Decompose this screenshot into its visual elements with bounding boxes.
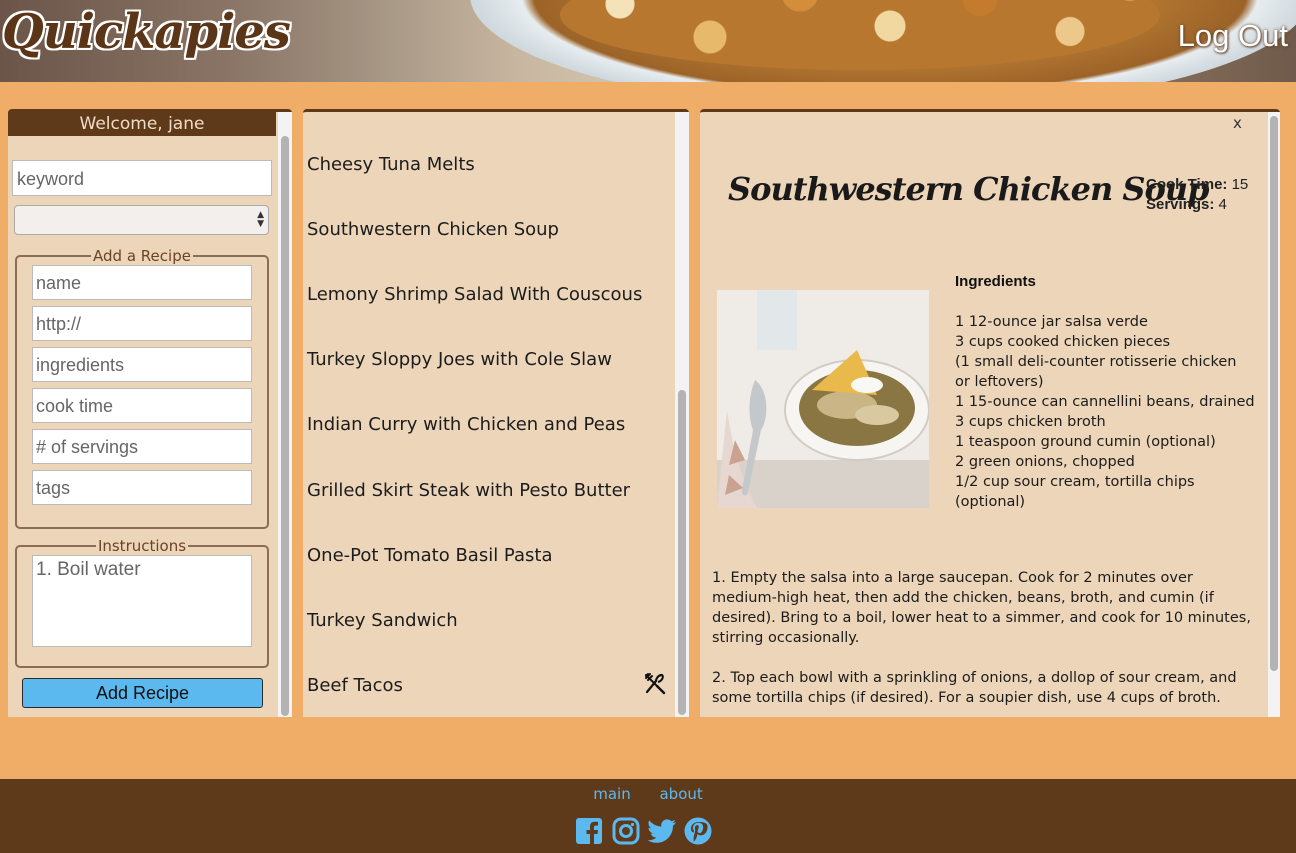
sidebar-panel: Welcome, jane keyword ▲ ▼ Add a Recipe na… xyxy=(8,109,292,717)
recipe-list-item[interactable]: Beef Tacos xyxy=(307,675,403,696)
instructions-legend: Instructions xyxy=(97,537,187,555)
servings-value: 4 xyxy=(1218,196,1227,213)
social-links xyxy=(575,817,720,845)
instructions-textarea[interactable]: 1. Boil water xyxy=(32,555,252,647)
recipe-list-item[interactable]: One-Pot Tomato Basil Pasta xyxy=(307,545,552,566)
instruction-step: 1. Empty the salsa into a large saucepan… xyxy=(712,570,1251,646)
recipe-tags-input[interactable]: tags xyxy=(32,470,252,505)
list-scroll-thumb[interactable] xyxy=(678,390,686,715)
recipe-meta: Cook Time: 15 Servings: 4 xyxy=(1146,175,1248,215)
recipe-list-item[interactable]: Grilled Skirt Steak with Pesto Butter xyxy=(307,480,630,501)
list-scrollbar[interactable] xyxy=(675,112,689,717)
recipe-list-item[interactable]: Turkey Sandwich xyxy=(307,610,458,631)
recipe-list-item[interactable]: Turkey Sloppy Joes with Cole Slaw xyxy=(307,349,612,370)
recipe-servings-input[interactable]: # of servings xyxy=(32,429,252,464)
instagram-icon[interactable] xyxy=(612,817,640,845)
recipe-list-panel: Cheesy Tuna Melts Southwestern Chicken S… xyxy=(303,109,689,717)
ingredient-item: (1 small deli-counter rotisserie chicken… xyxy=(955,354,1237,390)
tag-filter-select[interactable]: ▲ ▼ xyxy=(14,205,269,235)
add-recipe-form: Add a Recipe name http:// ingredients co… xyxy=(15,247,269,529)
ingredient-item: 1 12-ounce jar salsa verde xyxy=(955,314,1148,330)
close-detail-button[interactable]: x xyxy=(1233,114,1242,132)
footer-link-about[interactable]: about xyxy=(659,785,702,803)
add-recipe-legend: Add a Recipe xyxy=(93,247,191,265)
recipe-detail-panel: x Southwestern Chicken Soup Cook Time: 1… xyxy=(700,109,1280,717)
footer-links: main about xyxy=(0,785,1296,803)
footer-link-main[interactable]: main xyxy=(593,785,630,803)
twitter-icon[interactable] xyxy=(647,817,676,845)
cook-time-value: 15 xyxy=(1231,176,1249,193)
recipe-cook-time-input[interactable]: cook time xyxy=(32,388,252,423)
ingredients-list: 1 12-ounce jar salsa verde 3 cups cooked… xyxy=(955,312,1255,512)
servings-label: Servings: xyxy=(1146,196,1215,213)
header-banner: Quickapies Log Out xyxy=(0,0,1296,82)
welcome-banner: Welcome, jane xyxy=(8,112,276,136)
utensils-icon[interactable] xyxy=(643,672,667,696)
select-arrows-icon: ▲ ▼ xyxy=(257,210,264,229)
ingredient-item: 1 teaspoon ground cumin (optional) xyxy=(955,434,1216,450)
instructions-group: Instructions 1. Boil water xyxy=(15,537,269,668)
cook-time-label: Cook Time: xyxy=(1146,176,1228,193)
facebook-icon[interactable] xyxy=(575,817,603,845)
detail-scroll-thumb[interactable] xyxy=(1270,116,1278,671)
ingredient-item: 2 green onions, chopped xyxy=(955,454,1135,470)
recipe-title: Southwestern Chicken Soup xyxy=(728,170,1209,208)
ingredient-item: 1 15-ounce can cannellini beans, drained xyxy=(955,394,1255,410)
logout-link[interactable]: Log Out xyxy=(1178,18,1288,54)
ingredient-item: 3 cups cooked chicken pieces xyxy=(955,334,1171,350)
ingredient-item: 3 cups chicken broth xyxy=(955,414,1106,430)
ingredient-item: 1/2 cup sour cream, tortilla chips (opti… xyxy=(955,474,1195,510)
footer: main about xyxy=(0,779,1296,853)
keyword-search-input[interactable]: keyword xyxy=(12,160,272,196)
recipe-list-item[interactable]: Indian Curry with Chicken and Peas xyxy=(307,414,625,435)
recipe-photo xyxy=(717,290,929,508)
recipe-ingredients-input[interactable]: ingredients xyxy=(32,347,252,382)
recipe-name-input[interactable]: name xyxy=(32,265,252,300)
sidebar-scrollbar[interactable] xyxy=(278,112,292,717)
instruction-step: 2. Top each bowl with a sprinkling of on… xyxy=(712,670,1237,706)
site-logo[interactable]: Quickapies xyxy=(2,4,291,60)
recipe-list-item[interactable]: Southwestern Chicken Soup xyxy=(307,219,559,240)
ingredients-heading: Ingredients xyxy=(955,273,1036,290)
recipe-url-input[interactable]: http:// xyxy=(32,306,252,341)
instructions-text: 1. Empty the salsa into a large saucepan… xyxy=(712,568,1257,728)
pinterest-icon[interactable] xyxy=(684,817,712,845)
detail-scrollbar[interactable] xyxy=(1268,112,1280,717)
add-recipe-button[interactable]: Add Recipe xyxy=(22,678,263,708)
recipe-list-item[interactable]: Cheesy Tuna Melts xyxy=(307,154,475,175)
sidebar-scroll-thumb[interactable] xyxy=(281,136,289,716)
recipe-list-item[interactable]: Lemony Shrimp Salad With Couscous xyxy=(307,284,642,305)
